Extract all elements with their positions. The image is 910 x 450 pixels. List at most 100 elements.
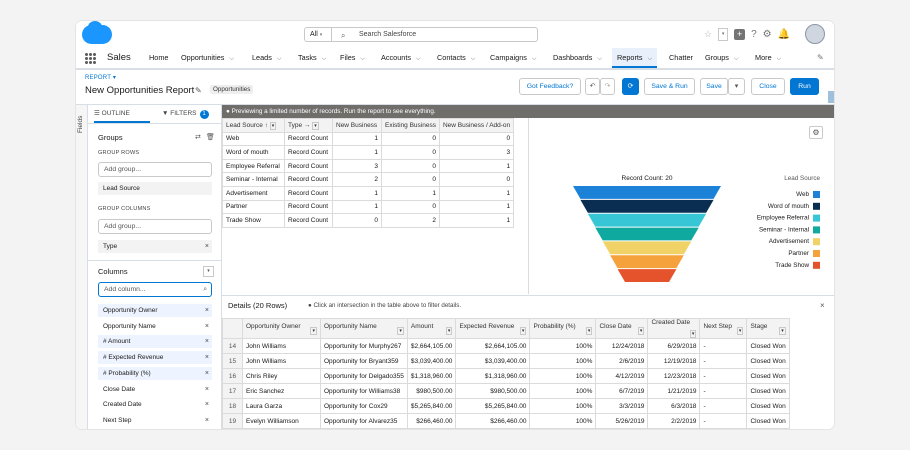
column-header[interactable]: Expected Revenue ▾ <box>455 318 531 339</box>
favorites-star-icon[interactable]: ☆ <box>704 29 712 40</box>
funnel-segment[interactable] <box>580 199 714 213</box>
panel-edge-tab[interactable] <box>828 91 834 103</box>
column-menu-icon[interactable]: ▾ <box>585 326 593 335</box>
nav-item-accounts[interactable]: Accounts ⌵ <box>381 48 421 68</box>
notifications-bell-icon[interactable]: 🔔 <box>778 29 790 40</box>
nav-item-campaigns[interactable]: Campaigns ⌵ <box>490 48 536 68</box>
chevron-down-icon[interactable]: ⌵ <box>648 56 653 62</box>
nav-item-chatter[interactable]: Chatter <box>669 48 693 68</box>
swap-groups-icon[interactable]: ⇄ <box>195 133 201 141</box>
close-details-icon[interactable]: × <box>820 301 825 310</box>
column-item[interactable]: # Probability (%) × <box>98 366 212 380</box>
column-header[interactable]: Lead Source ↑ ▾ <box>222 118 285 133</box>
table-cell[interactable]: 3 <box>332 158 382 174</box>
chevron-down-icon[interactable]: ⌵ <box>734 56 739 62</box>
got-feedback-button[interactable]: Got Feedback? <box>519 78 581 95</box>
save-and-run-button[interactable]: Save & Run <box>644 78 695 95</box>
legend-swatch[interactable] <box>813 202 820 210</box>
column-menu-icon[interactable]: ▾ <box>397 326 404 335</box>
legend-swatch[interactable] <box>813 250 820 257</box>
close-button[interactable]: Close <box>751 78 785 95</box>
remove-x-icon[interactable]: × <box>205 240 209 253</box>
table-cell[interactable]: 1 <box>332 199 382 215</box>
column-menu-icon[interactable]: ▾ <box>519 326 527 335</box>
funnel-segment[interactable] <box>573 186 721 199</box>
table-cell[interactable]: 0 <box>381 172 440 187</box>
legend-swatch[interactable] <box>813 226 820 234</box>
chevron-down-icon[interactable]: ⌵ <box>277 56 282 62</box>
remove-x-icon[interactable]: × <box>205 398 209 411</box>
help-icon[interactable]: ? <box>751 29 757 40</box>
legend-swatch[interactable] <box>813 261 820 269</box>
funnel-segment[interactable] <box>595 227 699 241</box>
table-cell[interactable]: 0 <box>438 172 515 187</box>
columns-menu-icon[interactable]: ▾ <box>203 266 214 277</box>
table-cell[interactable]: 0 <box>381 131 440 147</box>
column-item[interactable]: Opportunity Owner × <box>98 304 212 317</box>
table-cell[interactable]: 1 <box>332 185 382 201</box>
remove-x-icon[interactable]: × <box>205 304 209 317</box>
column-header[interactable]: Type → ▾ <box>284 118 333 133</box>
nav-item-more[interactable]: More ⌵ <box>755 48 781 68</box>
nav-item-groups[interactable]: Groups ⌵ <box>705 48 739 68</box>
column-header[interactable]: Existing Business <box>381 118 440 133</box>
nav-item-dashboards[interactable]: Dashboards ⌵ <box>553 48 602 68</box>
funnel-segment[interactable] <box>602 241 692 255</box>
column-header[interactable]: Probability (%) ▾ <box>529 318 597 339</box>
funnel-segment[interactable] <box>587 213 707 227</box>
column-header[interactable]: Amount ▾ <box>406 318 457 339</box>
table-cell[interactable]: 0 <box>332 213 382 228</box>
undo-button[interactable]: ↶ <box>585 78 600 95</box>
funnel-segment[interactable] <box>617 269 677 282</box>
table-cell[interactable]: 2 <box>381 213 440 228</box>
table-cell[interactable]: 0 <box>438 131 515 147</box>
remove-x-icon[interactable]: × <box>205 335 209 348</box>
save-menu-button[interactable]: ▾ <box>728 78 745 95</box>
table-cell[interactable]: 1 <box>438 185 515 201</box>
column-menu-icon[interactable]: ▾ <box>310 326 317 335</box>
table-cell[interactable]: 0 <box>381 199 440 215</box>
table-cell[interactable]: 0 <box>381 145 440 160</box>
fields-rail[interactable]: Fields <box>76 105 88 429</box>
column-menu-icon[interactable]: ▾ <box>779 326 786 335</box>
app-launcher-icon[interactable] <box>85 53 96 64</box>
column-header[interactable]: New Business / Add-on <box>438 118 515 133</box>
favorites-menu-icon[interactable]: ▾ <box>718 28 729 41</box>
column-header[interactable]: Next Step ▾ <box>699 318 748 339</box>
redo-button[interactable]: ↷ <box>600 78 615 95</box>
chevron-down-icon[interactable]: ⌵ <box>322 56 327 62</box>
legend-swatch[interactable] <box>813 191 820 198</box>
nav-item-contacts[interactable]: Contacts ⌵ <box>437 48 475 68</box>
column-header[interactable]: Stage ▾ <box>746 318 790 339</box>
add-column-input[interactable]: Add column... ⌕ <box>98 282 212 297</box>
run-button[interactable]: Run <box>790 78 819 95</box>
column-item[interactable]: Next Step × <box>98 414 212 427</box>
salesforce-cloud-logo[interactable] <box>82 21 112 44</box>
remove-x-icon[interactable]: × <box>205 414 209 427</box>
column-header[interactable]: Close Date ▾ <box>595 318 649 339</box>
column-menu-icon[interactable]: ▾ <box>312 121 319 130</box>
table-cell[interactable]: 1 <box>332 145 382 160</box>
table-cell[interactable]: 1 <box>438 199 515 215</box>
nav-item-opportunities[interactable]: Opportunities ⌵ <box>181 48 234 68</box>
remove-x-icon[interactable]: × <box>205 320 209 333</box>
column-group-item[interactable]: Type × <box>98 240 212 253</box>
tab-filters[interactable]: ▼ FILTERS 1 <box>162 105 220 123</box>
update-preview-button[interactable]: ⟳ <box>622 78 639 95</box>
global-actions-plus-icon[interactable]: + <box>734 29 746 40</box>
column-menu-icon[interactable]: ▾ <box>736 326 744 335</box>
legend-swatch[interactable] <box>813 214 820 222</box>
column-menu-icon[interactable]: ▾ <box>637 326 645 335</box>
remove-x-icon[interactable]: × <box>205 367 209 380</box>
legend-swatch[interactable] <box>813 238 820 246</box>
delete-groups-icon[interactable]: 🗑 <box>206 133 215 141</box>
chevron-down-icon[interactable]: ⌵ <box>777 56 782 62</box>
table-cell[interactable]: 1 <box>438 213 515 228</box>
column-header[interactable]: Created Date ▾ <box>647 318 701 339</box>
edit-title-pencil-icon[interactable]: ✎ <box>195 86 202 95</box>
column-header[interactable]: Opportunity Name ▾ <box>320 318 408 339</box>
chevron-down-icon[interactable]: ⌵ <box>597 56 602 62</box>
column-item[interactable]: Opportunity Name × <box>98 320 212 333</box>
row-group-item[interactable]: Lead Source <box>98 182 212 195</box>
column-header[interactable]: Opportunity Owner ▾ <box>242 318 321 339</box>
